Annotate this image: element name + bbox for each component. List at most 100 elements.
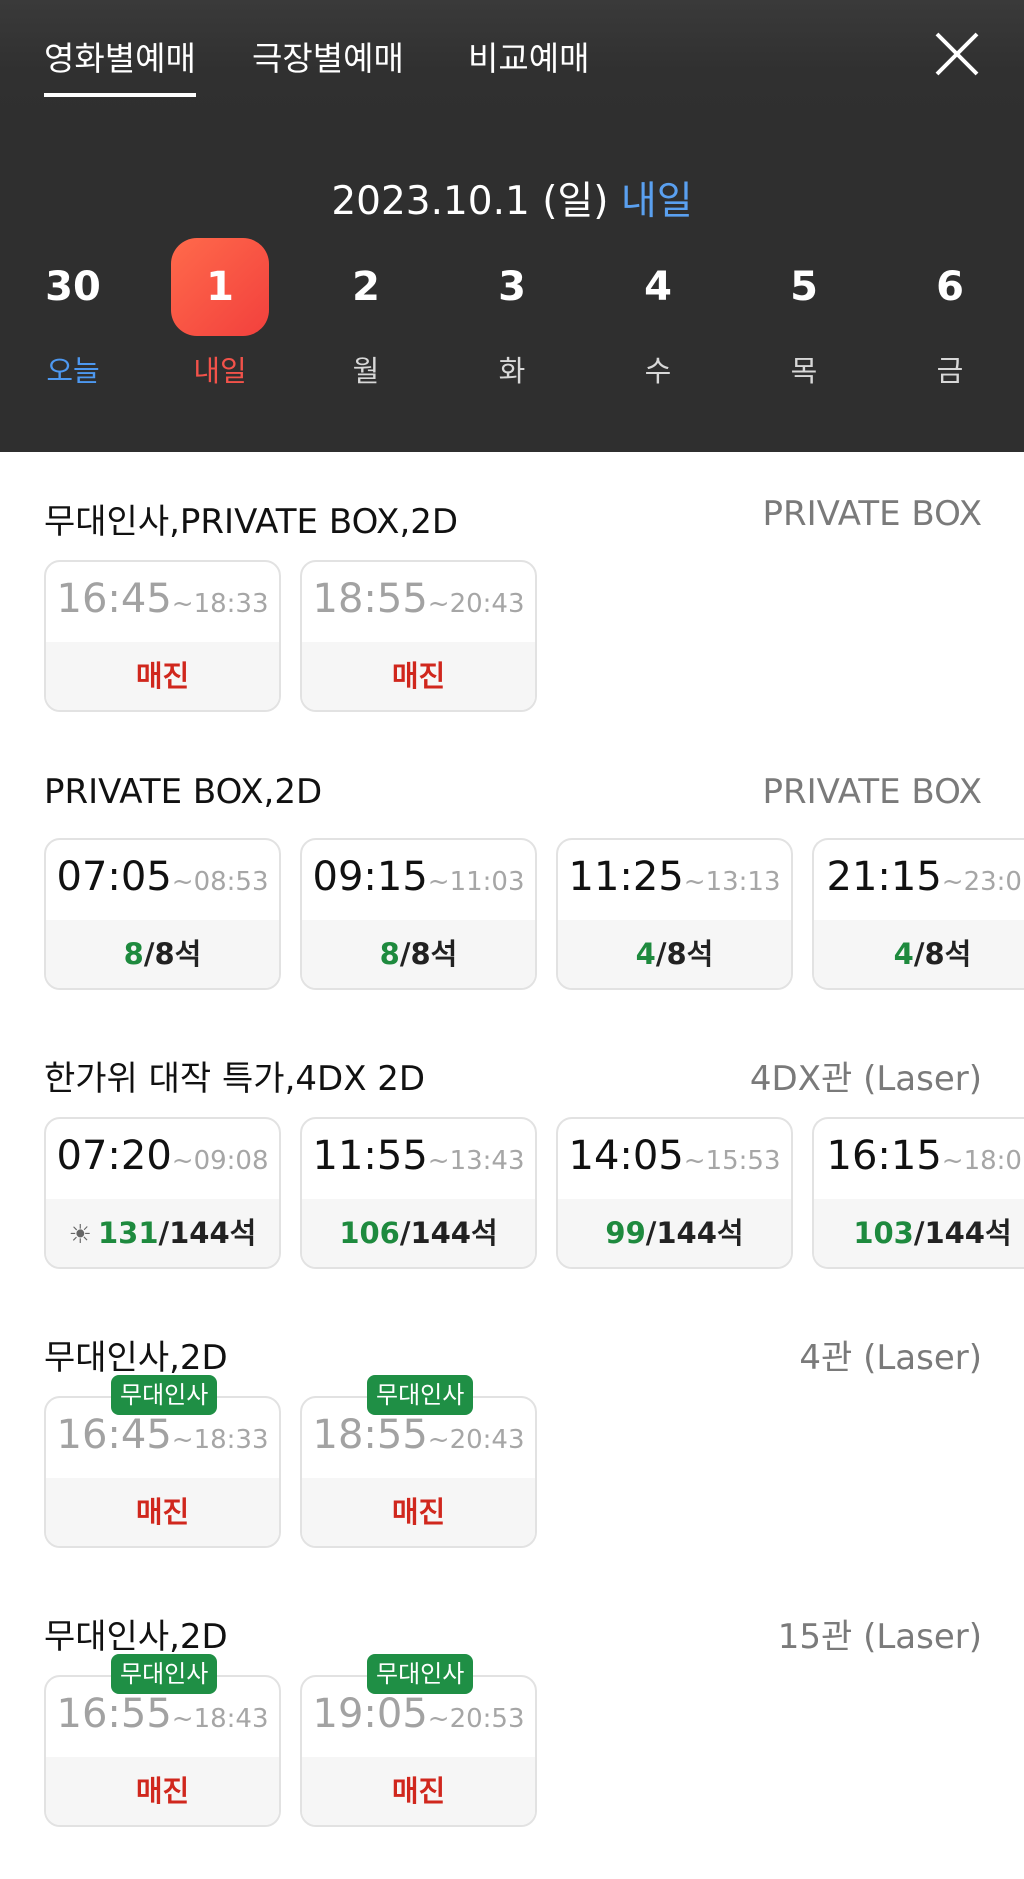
section-title: 한가위 대작 특가,4DX 2D	[44, 1059, 426, 1099]
end-time: ~18:43	[171, 1704, 269, 1734]
selected-date-title: 2023.10.1 (일) 내일	[0, 170, 1024, 226]
showtime-card[interactable]: 11:55~13:43 106/144석	[300, 1117, 537, 1269]
soldout-label: 매진	[302, 1757, 535, 1825]
section-hall: PRIVATE BOX	[762, 772, 982, 812]
section-title: PRIVATE BOX,2D	[44, 772, 323, 812]
end-time: ~20:43	[427, 1425, 525, 1455]
soldout-label: 매진	[46, 642, 279, 710]
total-seats: /8석	[913, 937, 972, 971]
day-number: 2	[352, 264, 380, 310]
showtime-card[interactable]: 16:45~18:33 매진	[44, 1396, 281, 1548]
total-seats: /8석	[143, 937, 202, 971]
stage-greeting-badge: 무대인사	[111, 1375, 218, 1415]
start-time: 16:15	[826, 1133, 942, 1179]
available-seats: 8	[123, 937, 144, 971]
showtime-card[interactable]: 18:55~20:43 매진	[300, 560, 537, 712]
showtime-card[interactable]: 11:25~13:13 4/8석	[556, 838, 793, 990]
showtime-section: 무대인사,2D 15관 (Laser) 무대인사 무대인사 16:55~18:4…	[0, 1609, 1024, 1879]
total-seats: /144석	[158, 1216, 257, 1250]
end-time: ~23:03	[941, 867, 1024, 897]
available-seats: 131	[97, 1216, 159, 1250]
day-number: 4	[644, 264, 672, 310]
total-seats: /8석	[399, 937, 458, 971]
day-number: 5	[790, 264, 818, 310]
close-icon[interactable]	[932, 29, 982, 79]
start-time: 18:55	[312, 1412, 428, 1458]
showtime-section: 한가위 대작 특가,4DX 2D 4DX관 (Laser) 07:20~09:0…	[0, 1051, 1024, 1321]
available-seats: 103	[853, 1216, 914, 1250]
sun-icon: ☀	[68, 1220, 92, 1250]
showtime-card[interactable]: 19:05~20:53 매진	[300, 1675, 537, 1827]
start-time: 19:05	[312, 1691, 428, 1737]
day-label: 목	[790, 354, 818, 388]
tab-theater-booking[interactable]: 극장별예매	[252, 32, 404, 80]
start-time: 07:05	[56, 854, 172, 900]
showtime-section: 무대인사,2D 4관 (Laser) 무대인사 무대인사 16:45~18:33…	[0, 1330, 1024, 1600]
showtime-card[interactable]: 07:05~08:53 8/8석	[44, 838, 281, 990]
section-title: 무대인사,2D	[44, 1338, 228, 1378]
seat-count: 106/144석	[302, 1199, 535, 1267]
total-seats: /144석	[913, 1216, 1012, 1250]
showtime-section: PRIVATE BOX,2D PRIVATE BOX 07:05~08:53 8…	[0, 772, 1024, 1042]
day-5[interactable]: 5 목	[754, 238, 854, 388]
soldout-label: 매진	[46, 1478, 279, 1546]
showtime-card[interactable]: 16:15~18:03 103/144석	[812, 1117, 1024, 1269]
day-30[interactable]: 30 오늘	[23, 238, 123, 388]
available-seats: 4	[893, 937, 914, 971]
showtime-card[interactable]: 14:05~15:53 99/144석	[556, 1117, 793, 1269]
day-label: 금	[936, 354, 964, 388]
showtime-card[interactable]: 16:45~18:33 매진	[44, 560, 281, 712]
day-label: 내일	[193, 354, 247, 388]
seat-count: 8/8석	[302, 920, 535, 988]
showtime-card[interactable]: 09:15~11:03 8/8석	[300, 838, 537, 990]
showtime-section: 무대인사,PRIVATE BOX,2D PRIVATE BOX 16:45~18…	[0, 494, 1024, 764]
start-time: 14:05	[568, 1133, 684, 1179]
day-4[interactable]: 4 수	[608, 238, 708, 388]
end-time: ~15:53	[683, 1146, 781, 1176]
day-label: 화	[498, 354, 526, 388]
stage-greeting-badge: 무대인사	[367, 1654, 474, 1694]
end-time: ~08:53	[171, 867, 269, 897]
section-hall: 15관 (Laser)	[777, 1617, 982, 1657]
day-number: 6	[936, 264, 964, 310]
start-time: 07:20	[56, 1133, 172, 1179]
showtime-card[interactable]: 07:20~09:08 ☀ 131/144석	[44, 1117, 281, 1269]
day-6[interactable]: 6 금	[900, 238, 1000, 388]
end-time: ~13:43	[427, 1146, 525, 1176]
end-time: ~18:03	[941, 1146, 1024, 1176]
showtime-card[interactable]: 21:15~23:03 4/8석	[812, 838, 1024, 990]
day-3[interactable]: 3 화	[462, 238, 562, 388]
start-time: 21:15	[826, 854, 942, 900]
day-1-selected[interactable]: 1 내일	[170, 238, 270, 388]
available-seats: 106	[339, 1216, 400, 1250]
start-time: 16:45	[56, 1412, 172, 1458]
day-label: 오늘	[46, 354, 100, 388]
start-time: 11:25	[568, 854, 684, 900]
stage-greeting-badge: 무대인사	[367, 1375, 474, 1415]
showtime-card[interactable]: 16:55~18:43 매진	[44, 1675, 281, 1827]
end-time: ~09:08	[171, 1146, 269, 1176]
soldout-label: 매진	[46, 1757, 279, 1825]
end-time: ~18:33	[171, 589, 269, 619]
tab-movie-booking[interactable]: 영화별예매	[44, 32, 196, 97]
day-2[interactable]: 2 월	[316, 238, 416, 388]
start-time: 16:45	[56, 576, 172, 622]
tab-compare-booking[interactable]: 비교예매	[468, 32, 589, 80]
seat-count: 8/8석	[46, 920, 279, 988]
start-time: 18:55	[312, 576, 428, 622]
stage-greeting-badge: 무대인사	[111, 1654, 218, 1694]
section-title: 무대인사,2D	[44, 1617, 228, 1657]
seat-count: 99/144석	[558, 1199, 791, 1267]
end-time: ~20:53	[427, 1704, 525, 1734]
total-seats: /144석	[399, 1216, 498, 1250]
seat-count: 4/8석	[814, 920, 1024, 988]
showtime-card[interactable]: 18:55~20:43 매진	[300, 1396, 537, 1548]
total-seats: /144석	[645, 1216, 744, 1250]
selected-date-relative: 내일	[620, 179, 693, 224]
section-hall: 4DX관 (Laser)	[749, 1059, 982, 1099]
date-header-panel: 영화별예매 극장별예매 비교예매 2023.10.1 (일) 내일 30 오늘 …	[0, 0, 1024, 452]
total-seats: /8석	[655, 937, 714, 971]
available-seats: 4	[635, 937, 656, 971]
section-title: 무대인사,PRIVATE BOX,2D	[44, 502, 459, 542]
top-tab-bar: 영화별예매 극장별예매 비교예매	[0, 0, 1024, 118]
